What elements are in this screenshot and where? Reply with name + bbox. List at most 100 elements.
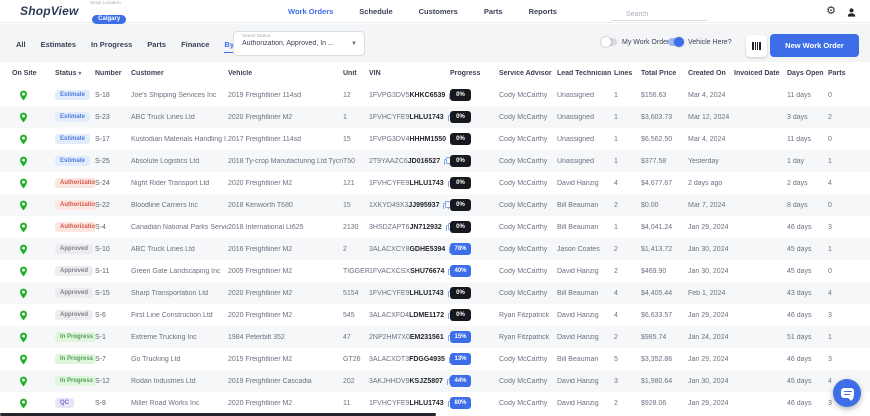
- table-row[interactable]: EstimateS-23ABC Truck Lines Ltd2020 Frei…: [0, 106, 870, 128]
- col-lead-technician[interactable]: Lead Technician: [557, 70, 614, 77]
- table-row[interactable]: ApprovedS-10ABC Truck Lines Ltd2016 Frei…: [0, 238, 870, 260]
- table-row[interactable]: EstimateS-25Absolute Logistics Ltd2018 T…: [0, 150, 870, 172]
- work-order-number[interactable]: S-6: [95, 312, 131, 319]
- barcode-scan-button[interactable]: [746, 35, 767, 57]
- nav-reports[interactable]: Reports: [529, 7, 557, 16]
- tab-all[interactable]: All: [16, 40, 26, 53]
- work-order-number[interactable]: S-1: [95, 334, 131, 341]
- col-invoiced-date[interactable]: Invoiced Date: [734, 70, 787, 77]
- col-number[interactable]: Number: [95, 70, 131, 77]
- status-filter-select[interactable]: Select Status Authorization, Approved, I…: [233, 31, 365, 56]
- work-order-number[interactable]: S-11: [95, 268, 131, 275]
- table-row[interactable]: AuthorizationS-4Canadian National Parks …: [0, 216, 870, 238]
- tab-estimates[interactable]: Estimates: [41, 40, 76, 53]
- toggle-off-switch[interactable]: [602, 38, 617, 46]
- work-order-number[interactable]: S-25: [95, 158, 131, 165]
- work-order-number[interactable]: S-10: [95, 246, 131, 253]
- copy-vin-icon[interactable]: [448, 311, 450, 318]
- col-progress[interactable]: Progress: [450, 70, 499, 77]
- table-row[interactable]: In ProgressS-1Extreme Trucking Inc1984 P…: [0, 326, 870, 348]
- table-row[interactable]: QCS-8Miller Road Works Inc2020 Freightli…: [0, 392, 870, 414]
- chat-fab-button[interactable]: [833, 379, 861, 407]
- work-order-number[interactable]: S-12: [95, 378, 131, 385]
- nav-customers[interactable]: Customers: [419, 7, 458, 16]
- col-status[interactable]: Status▾: [55, 70, 95, 77]
- col-parts[interactable]: Parts: [828, 70, 860, 77]
- new-work-order-button[interactable]: New Work Order: [770, 34, 859, 57]
- service-advisor: Cody McCarthy: [499, 92, 557, 99]
- work-order-number[interactable]: S-23: [95, 114, 131, 121]
- copy-vin-icon[interactable]: [448, 179, 450, 186]
- vin-cell: 3ALACXCY8GDHE5394: [369, 245, 450, 253]
- copy-vin-icon[interactable]: [448, 113, 450, 120]
- col-unit[interactable]: Unit: [343, 70, 369, 77]
- copy-vin-icon[interactable]: [448, 267, 450, 274]
- tab-in-progress[interactable]: In Progress: [91, 40, 132, 53]
- search-input[interactable]: [612, 8, 707, 21]
- copy-vin-icon[interactable]: [448, 289, 450, 296]
- unit-number: 2130: [343, 224, 369, 231]
- col-customer[interactable]: Customer: [131, 70, 228, 77]
- progress-badge: 0%: [450, 309, 471, 321]
- col-created-on[interactable]: Created On: [688, 70, 734, 77]
- tab-parts[interactable]: Parts: [147, 40, 166, 53]
- table-row[interactable]: ApprovedS-11Green Gate Landscaping Inc20…: [0, 260, 870, 282]
- days-open: 8 days: [787, 202, 828, 209]
- copy-vin-icon[interactable]: [444, 157, 450, 164]
- copy-vin-icon[interactable]: [448, 399, 450, 406]
- tab-finance[interactable]: Finance: [181, 40, 209, 53]
- progress-badge: 0%: [450, 287, 471, 299]
- work-order-number[interactable]: S-24: [95, 180, 131, 187]
- my-work-orders-toggle[interactable]: My Work Orders: [602, 38, 673, 46]
- status-badge: Estimate: [55, 156, 90, 166]
- toggle-on-switch[interactable]: [668, 38, 683, 46]
- vehicle-name: 1984 Peterbilt 352: [228, 334, 343, 341]
- nav-schedule[interactable]: Schedule: [359, 7, 392, 16]
- work-order-number[interactable]: S-4: [95, 224, 131, 231]
- col-days-open[interactable]: Days Open: [787, 70, 828, 77]
- lines-count: 4: [614, 290, 641, 297]
- nav-work-orders[interactable]: Work Orders: [288, 7, 333, 16]
- col-vehicle[interactable]: Vehicle: [228, 70, 343, 77]
- created-on: Yesterday: [688, 158, 734, 165]
- work-order-number[interactable]: S-7: [95, 356, 131, 363]
- vin-cell: 1FVHCYFE9LHLU1743: [369, 113, 450, 121]
- customer-name: Extreme Trucking Inc: [131, 334, 228, 341]
- copy-vin-icon[interactable]: [443, 201, 449, 208]
- copy-vin-icon[interactable]: [447, 377, 450, 384]
- status-filter-value: Authorization, Approved, In ...: [242, 40, 356, 47]
- work-order-number[interactable]: S-18: [95, 92, 131, 99]
- vehicle-here-toggle[interactable]: Vehicle Here?: [668, 38, 732, 46]
- location-pin-icon: [19, 398, 28, 409]
- work-order-number[interactable]: S-22: [95, 202, 131, 209]
- col-total-price[interactable]: Total Price: [641, 70, 688, 77]
- unit-number: 11: [343, 400, 369, 407]
- work-order-number[interactable]: S-15: [95, 290, 131, 297]
- table-row[interactable]: ApprovedS-6First Line Construction Ltd20…: [0, 304, 870, 326]
- user-icon[interactable]: [846, 5, 857, 23]
- col-lines[interactable]: Lines: [614, 70, 641, 77]
- location-badge[interactable]: Calgary: [92, 15, 126, 24]
- table-row[interactable]: In ProgressS-7Go Trucking Ltd2015 Freigh…: [0, 348, 870, 370]
- table-row[interactable]: EstimateS-18Joe's Shipping Services Inc2…: [0, 84, 870, 106]
- progress-badge: 40%: [450, 265, 471, 277]
- work-order-number[interactable]: S-17: [95, 136, 131, 143]
- col-service-advisor[interactable]: Service Advisor: [499, 70, 557, 77]
- table-row[interactable]: In ProgressS-12Rodan Industries Ltd2019 …: [0, 370, 870, 392]
- table-row[interactable]: AuthorizationS-24Night Rider Transport L…: [0, 172, 870, 194]
- gear-icon[interactable]: ⚙: [826, 3, 836, 19]
- work-order-number[interactable]: S-8: [95, 400, 131, 407]
- col-vin[interactable]: VIN: [369, 70, 450, 77]
- nav-parts[interactable]: Parts: [484, 7, 503, 16]
- shop-location-selector[interactable]: Shop Location Calgary: [90, 1, 128, 25]
- table-row[interactable]: ApprovedS-15Sharp Transportation Ltd2020…: [0, 282, 870, 304]
- copy-vin-icon[interactable]: [449, 245, 450, 252]
- created-on: Jan 29, 2024: [688, 224, 734, 231]
- copy-vin-icon[interactable]: [446, 223, 450, 230]
- copy-vin-icon[interactable]: [449, 355, 450, 362]
- table-row[interactable]: EstimateS-17Kustodian Materials Handling…: [0, 128, 870, 150]
- copy-vin-icon[interactable]: [448, 333, 450, 340]
- copy-vin-icon[interactable]: [449, 91, 450, 98]
- table-row[interactable]: AuthorizationS-22Bloodline Carriers Inc2…: [0, 194, 870, 216]
- lines-count: 2: [614, 246, 641, 253]
